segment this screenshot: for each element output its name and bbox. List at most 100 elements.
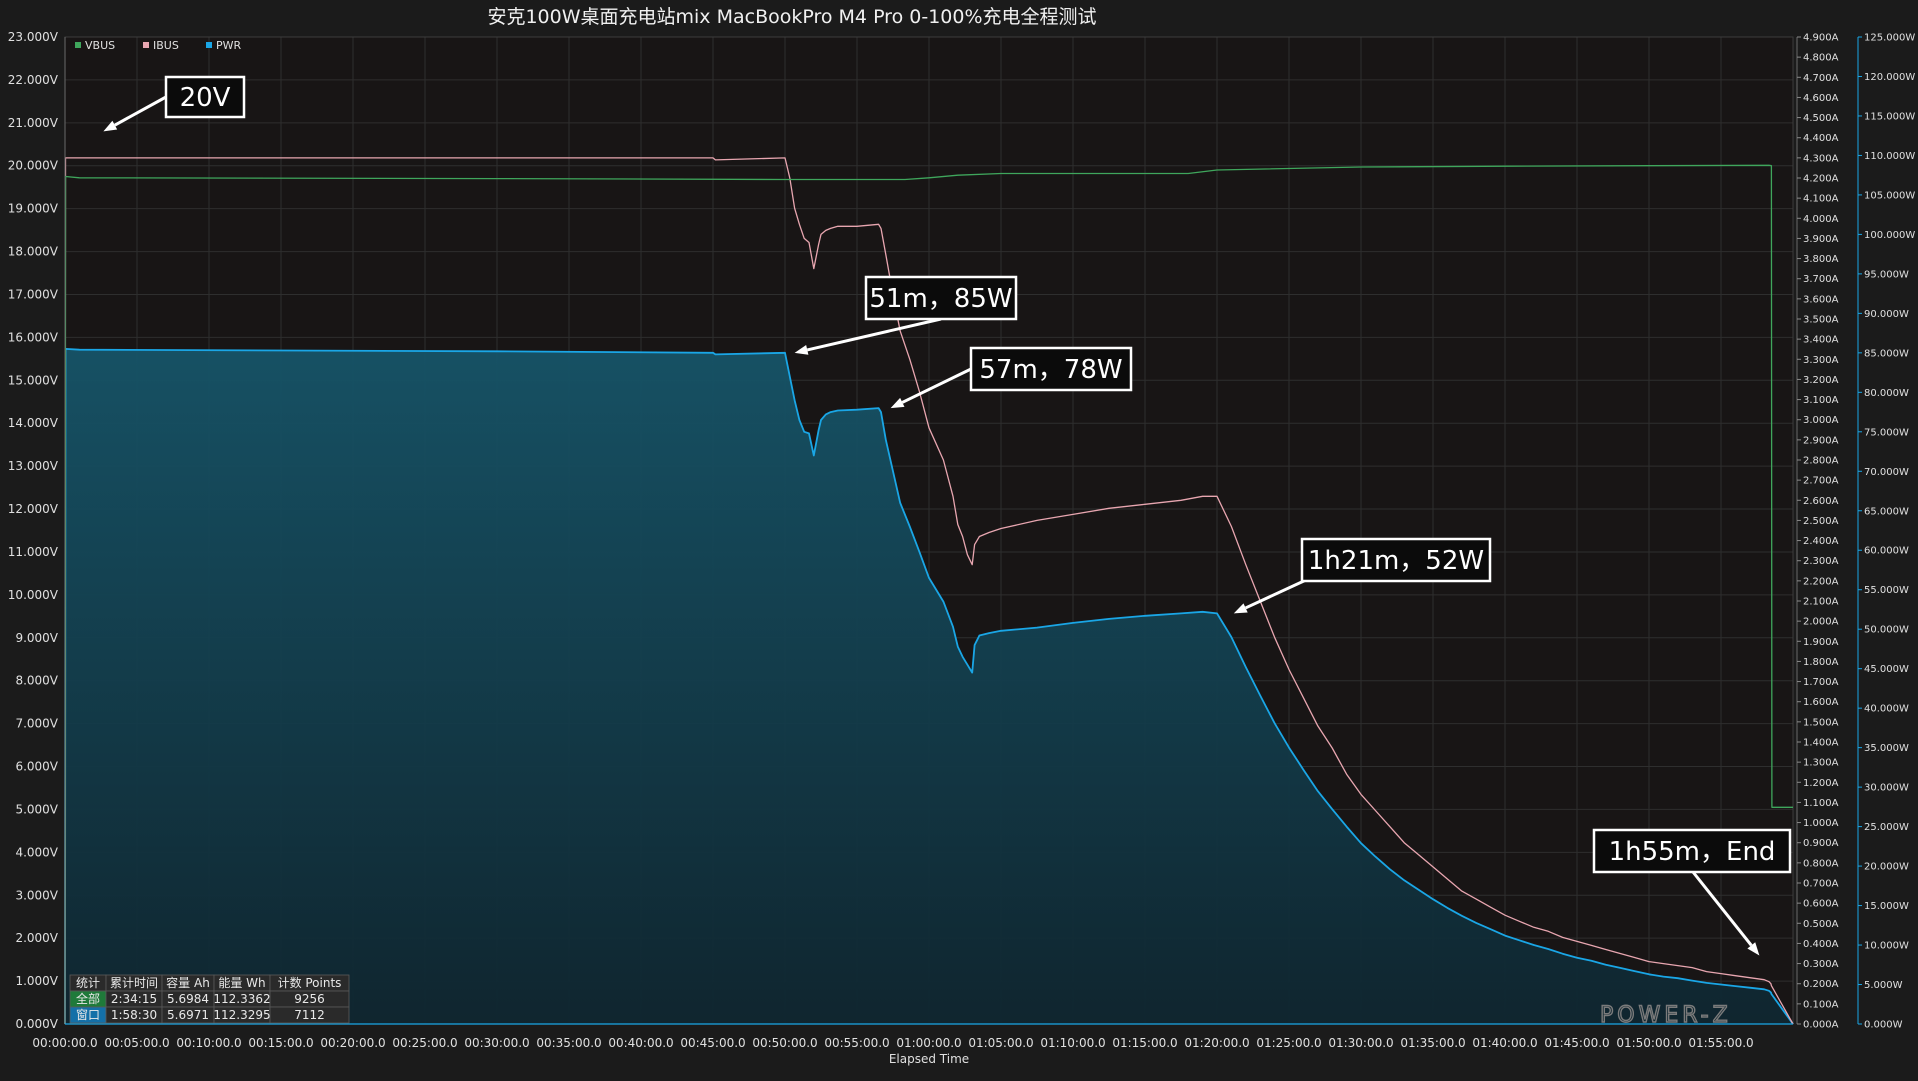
voltage-tick-label: 20.000V [8,159,59,173]
current-tick-label: 1.300A [1803,758,1839,769]
current-tick-label: 3.200A [1803,375,1839,386]
x-tick-label: 00:40:00.0 [608,1036,673,1050]
current-tick-label: 1.900A [1803,637,1839,648]
voltage-tick-label: 6.000V [15,760,58,774]
x-tick-label: 00:00:00.0 [32,1036,97,1050]
current-tick-label: 4.200A [1803,174,1839,185]
power-tick-label: 15.000W [1864,901,1909,912]
legend-label: IBUS [153,39,179,52]
voltage-tick-label: 0.000V [15,1017,58,1031]
x-tick-label: 00:30:00.0 [464,1036,529,1050]
x-tick-label: 00:55:00.0 [824,1036,889,1050]
current-tick-label: 1.400A [1803,738,1839,749]
power-tick-label: 45.000W [1864,664,1909,675]
current-tick-label: 0.300A [1803,959,1839,970]
power-tick-label: 80.000W [1864,388,1909,399]
voltage-tick-label: 9.000V [15,631,58,645]
stats-value-cell: 112.3295 [213,1008,270,1022]
current-tick-label: 4.600A [1803,93,1839,104]
voltage-tick-label: 12.000V [8,502,59,516]
power-tick-label: 95.000W [1864,269,1909,280]
current-tick-label: 0.500A [1803,919,1839,930]
x-tick-label: 01:55:00.0 [1688,1036,1753,1050]
current-tick-label: 0.800A [1803,858,1839,869]
legend-label: PWR [216,39,242,52]
current-tick-label: 4.500A [1803,113,1839,124]
x-tick-label: 01:00:00.0 [896,1036,961,1050]
x-tick-label: 00:15:00.0 [248,1036,313,1050]
current-tick-label: 2.000A [1803,617,1839,628]
current-tick-label: 4.000A [1803,214,1839,225]
annotation-label: 57m，78W [979,355,1122,385]
power-tick-label: 10.000W [1864,941,1909,952]
current-tick-label: 1.000A [1803,818,1839,829]
stats-header-cell: 计数 Points [278,975,342,990]
current-tick-label: 1.600A [1803,697,1839,708]
stats-table: 统计 累计时间 容量 Ah 能量 Wh 计数 Points 全部 2:34:15 5.6984… [69,974,350,1024]
voltage-tick-label: 17.000V [8,287,59,301]
legend-swatch [206,42,212,48]
stats-header-cell: 累计时间 [110,976,158,990]
current-tick-label: 1.100A [1803,798,1839,809]
legend-swatch [75,42,81,48]
power-tick-label: 25.000W [1864,822,1909,833]
stats-value-cell: 112.3362 [213,992,270,1006]
current-tick-label: 2.400A [1803,536,1839,547]
x-tick-label: 00:20:00.0 [320,1036,385,1050]
stats-value-cell: 全部 [76,991,100,1006]
x-tick-label: 01:20:00.0 [1184,1036,1249,1050]
power-tick-label: 20.000W [1864,862,1909,873]
voltage-tick-label: 14.000V [8,416,59,430]
current-tick-label: 3.700A [1803,274,1839,285]
voltage-tick-label: 1.000V [15,974,58,988]
current-tick-label: 1.800A [1803,657,1839,668]
current-tick-label: 4.100A [1803,194,1839,205]
current-tick-label: 0.100A [1803,999,1839,1010]
x-tick-label: 01:05:00.0 [968,1036,1033,1050]
voltage-tick-label: 16.000V [8,330,59,344]
annotation-label: 51m，85W [869,284,1012,314]
power-tick-label: 120.000W [1864,72,1915,83]
current-tick-label: 4.700A [1803,73,1839,84]
voltage-tick-label: 2.000V [15,931,58,945]
stats-value-cell: 5.6984 [167,992,209,1006]
current-tick-label: 0.700A [1803,879,1839,890]
current-tick-label: 3.000A [1803,415,1839,426]
voltage-tick-label: 5.000V [15,802,58,816]
power-tick-label: 115.000W [1864,111,1915,122]
legend: VBUS IBUS PWR [75,39,242,52]
legend-label: VBUS [85,39,115,52]
current-tick-label: 3.900A [1803,234,1839,245]
voltage-tick-label: 13.000V [8,459,59,473]
voltage-tick-label: 19.000V [8,202,59,216]
chart-title: 安克100W桌面充电站mix MacBookPro M4 Pro 0-100%充… [487,6,1096,28]
power-tick-label: 50.000W [1864,625,1909,636]
power-tick-label: 0.000W [1864,1020,1903,1031]
x-tick-label: 01:50:00.0 [1616,1036,1681,1050]
x-tick-label: 00:45:00.0 [680,1036,745,1050]
power-tick-label: 5.000W [1864,980,1903,991]
stats-value-cell: 7112 [294,1008,325,1022]
current-tick-label: 0.000A [1803,1020,1839,1031]
stats-value-cell: 窗口 [76,1008,100,1022]
power-tick-label: 70.000W [1864,467,1909,478]
voltage-tick-label: 7.000V [15,717,58,731]
current-tick-label: 2.600A [1803,496,1839,507]
power-tick-label: 125.000W [1864,33,1915,44]
stats-header-cell: 容量 Ah [166,975,210,990]
x-tick-label: 01:25:00.0 [1256,1036,1321,1050]
current-tick-label: 0.600A [1803,899,1839,910]
power-tick-label: 55.000W [1864,585,1909,596]
power-tick-label: 85.000W [1864,348,1909,359]
stats-value-cell: 9256 [294,992,325,1006]
stats-header-cell: 能量 Wh [218,976,265,990]
power-tick-label: 105.000W [1864,190,1915,201]
current-tick-label: 3.800A [1803,254,1839,265]
x-tick-label: 00:35:00.0 [536,1036,601,1050]
x-tick-label: 01:10:00.0 [1040,1036,1105,1050]
current-tick-label: 2.300A [1803,556,1839,567]
current-tick-label: 2.500A [1803,516,1839,527]
voltage-tick-label: 10.000V [8,588,59,602]
current-tick-label: 2.800A [1803,456,1839,467]
voltage-tick-label: 15.000V [8,373,59,387]
